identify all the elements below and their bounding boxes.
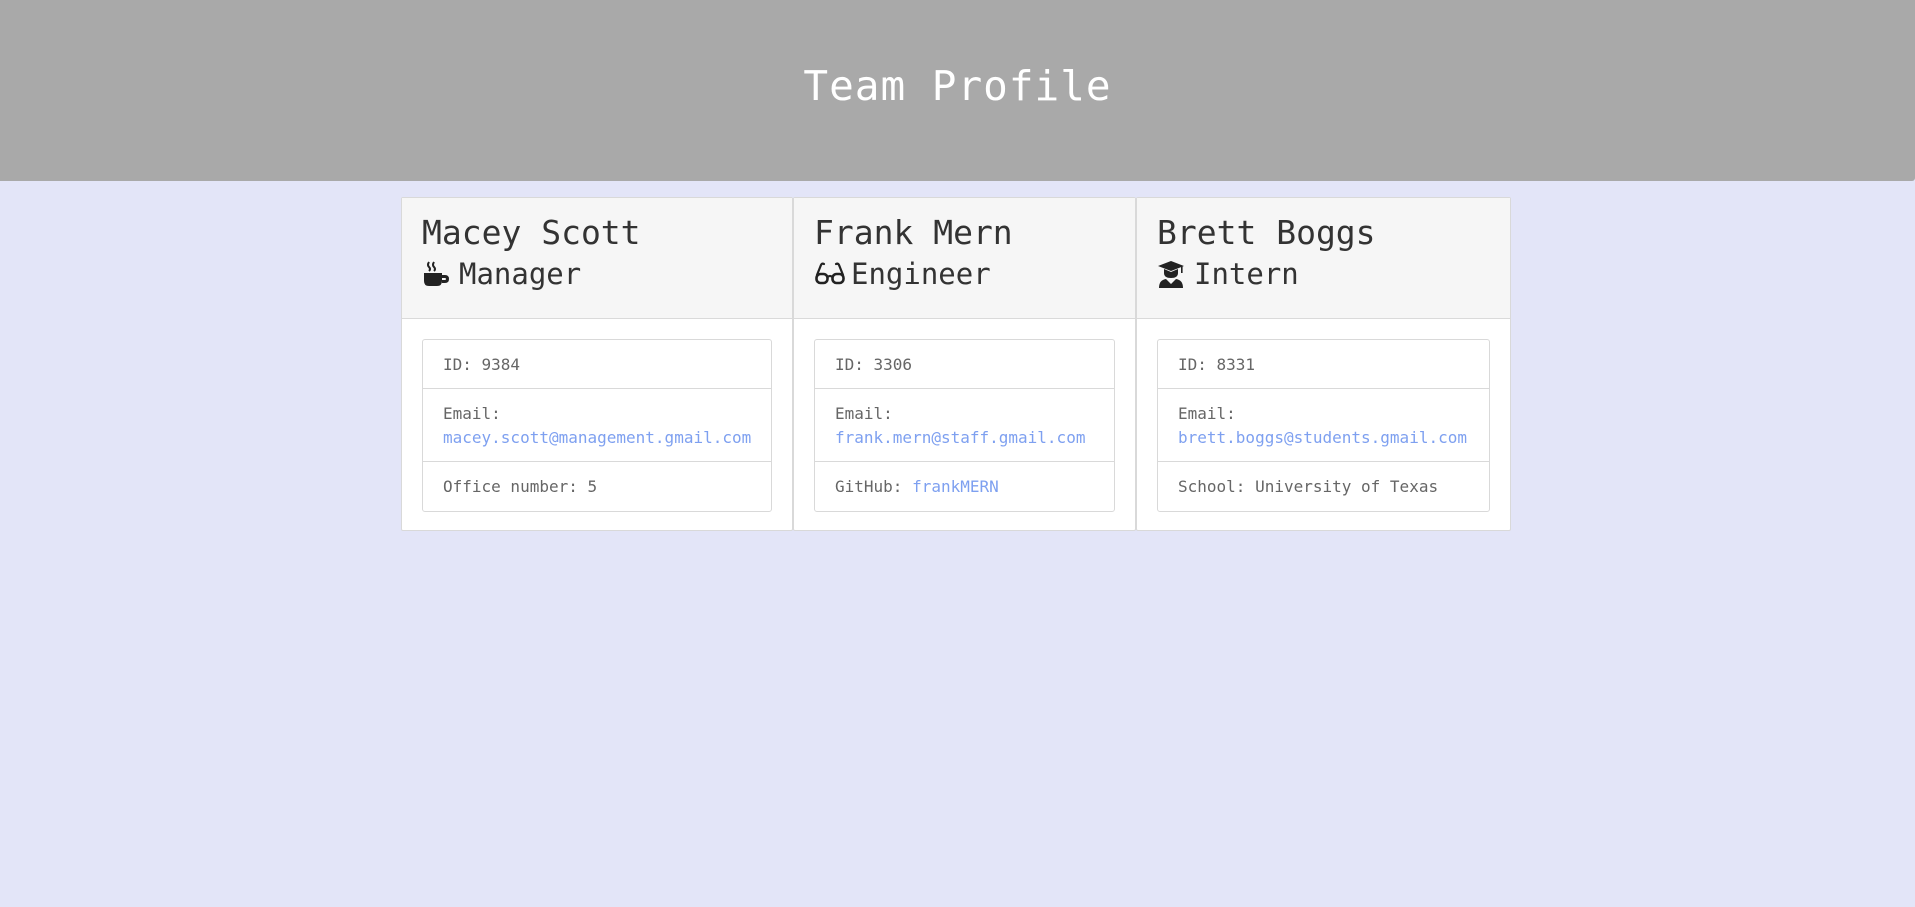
employee-role: Engineer [851,257,991,292]
school-row: School: University of Texas [1178,477,1439,496]
employee-role: Manager [459,257,582,292]
employee-id: ID: 3306 [815,340,1114,389]
employee-email-row: Email: macey.scott@management.gmail.com [423,389,771,462]
role-row: Manager [422,257,792,291]
employee-id: ID: 8331 [1158,340,1489,389]
page-title: Team Profile [803,61,1112,110]
employee-details: ID: 3306 Email: frank.mern@staff.gmail.c… [814,339,1115,512]
employee-role: Intern [1194,257,1299,292]
employee-id: ID: 9384 [423,340,771,389]
employee-details: ID: 9384 Email: macey.scott@management.g… [422,339,772,512]
email-link[interactable]: macey.scott@management.gmail.com [443,428,751,447]
card-header: Frank Mern Engineer [794,198,1135,319]
employee-card-engineer: Frank Mern Engineer ID: 3306 Email: fran… [793,197,1136,531]
email-label: Email: [835,404,893,423]
role-row: Intern [1157,257,1510,291]
card-header: Brett Boggs Intern [1137,198,1510,319]
employee-card-intern: Brett Boggs Intern ID: 8331 Email: brett… [1136,197,1511,531]
github-row: GitHub: frankMERN [815,462,1114,511]
card-header: Macey Scott Manager [402,198,792,319]
role-row: Engineer [814,257,1135,291]
employee-email-row: Email: brett.boggs@students.gmail.com [1158,389,1489,462]
coffee-mug-icon [422,259,452,289]
graduate-icon [1157,259,1187,289]
glasses-icon [814,259,845,289]
employee-name: Macey Scott [422,213,641,252]
email-link[interactable]: frank.mern@staff.gmail.com [835,428,1085,447]
email-link[interactable]: brett.boggs@students.gmail.com [1178,428,1467,447]
employee-name: Brett Boggs [1157,213,1376,252]
page-header: Team Profile [0,0,1915,181]
employee-card-manager: Macey Scott Manager ID: 9384 Email: mace… [401,197,793,531]
employee-details: ID: 8331 Email: brett.boggs@students.gma… [1157,339,1490,512]
employee-name: Frank Mern [814,213,1013,252]
github-label: GitHub: [835,477,913,496]
employee-email-row: Email: frank.mern@staff.gmail.com [815,389,1114,462]
office-number: Office number: 5 [443,477,598,496]
email-label: Email: [1178,404,1236,423]
github-link[interactable]: frankMERN [912,477,999,496]
email-label: Email: [443,404,501,423]
